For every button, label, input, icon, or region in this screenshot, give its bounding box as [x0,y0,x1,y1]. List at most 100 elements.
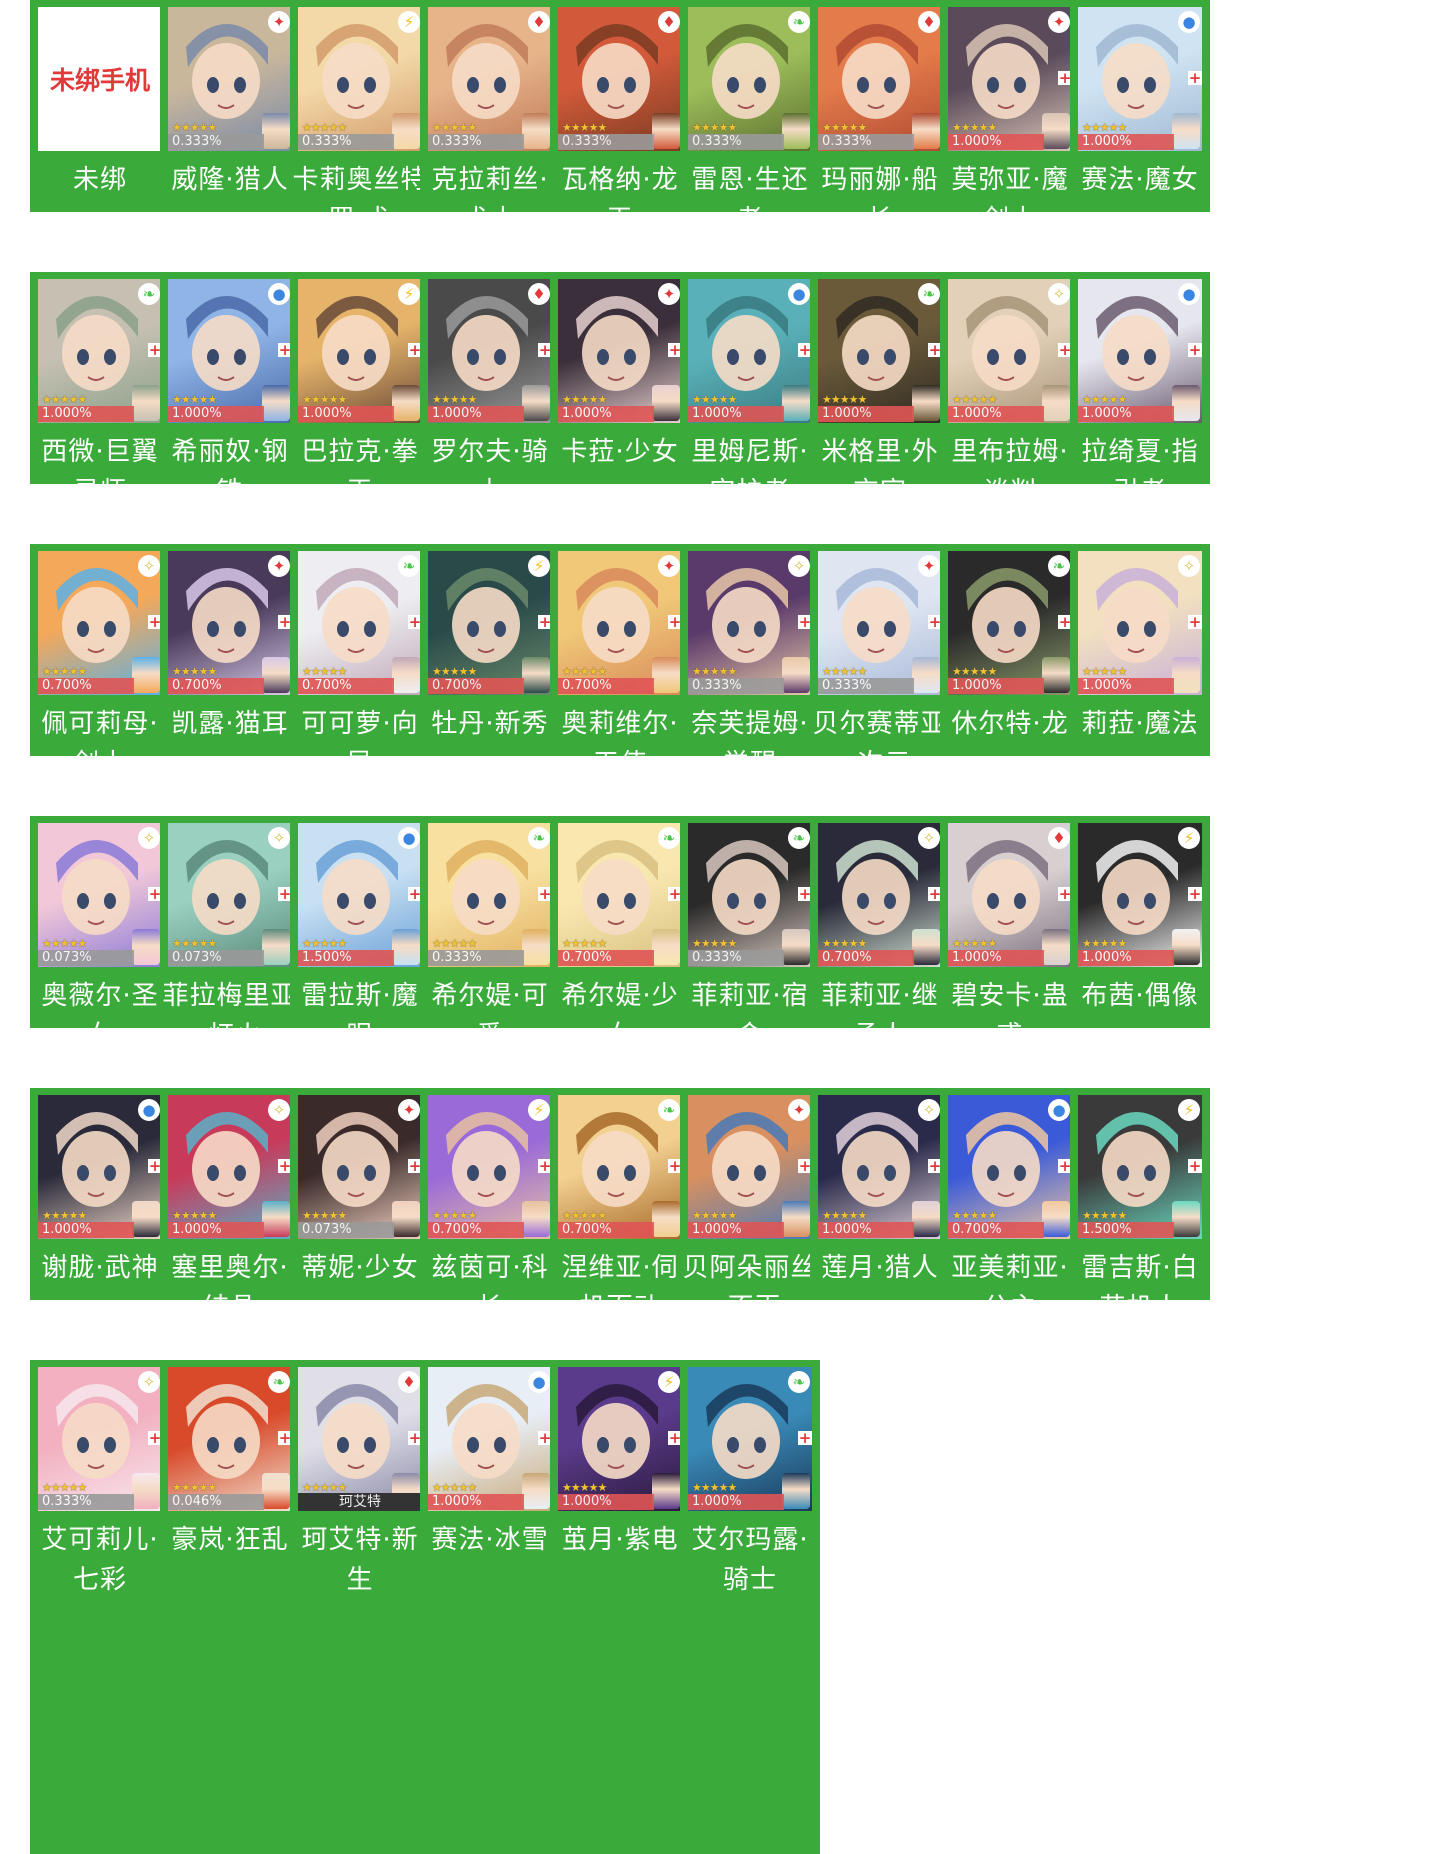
character-card[interactable]: ✧ + ★★★★★ 1.000% 塞里奥尔·结晶 [160,1088,300,1323]
wind-element-icon: ❧ [398,555,420,577]
character-card[interactable]: ⚡ + ★★★★★ 0.700% 牡丹·新秀 [420,544,560,756]
chibi-sprite-icon [912,1201,940,1237]
character-card[interactable]: ✧ + ★★★★★ 1.000% 莲月·猎人 [810,1088,950,1300]
character-card[interactable]: ❧ + ★★★★★ 1.000% 西微·巨翼灵师 [30,272,170,507]
character-card[interactable]: ✧ + ★★★★★ 0.073% 奥薇尔·圣女 [30,816,170,1051]
character-name: 雷拉斯·魔眼 [301,981,419,1051]
character-card[interactable]: ❧ + ★★★★★ 0.046% 豪岚·狂乱 [160,1360,300,1854]
character-card[interactable]: ✧ + ★★★★★ 0.333% 艾可莉儿·七彩 [30,1360,170,1854]
character-card[interactable]: ⚡ + ★★★★★ 1.000% 布茜·偶像 [1070,816,1210,1028]
character-card[interactable]: ✦ ★★★★★ 0.333% 威隆·猎人 [160,0,300,212]
character-card[interactable]: ✦ + ★★★★★ 1.000% 贝阿朵丽丝·不灭 [680,1088,820,1323]
character-name: 茧月·紫电 [561,1525,679,1555]
character-name: 牡丹·新秀 [431,709,549,739]
character-card[interactable]: ⚡ + ★★★★★ 0.700% 兹茵可·科长 [420,1088,560,1323]
character-name: 亚美莉亚·公主 [951,1253,1069,1323]
character-portrait: ● + ★★★★★ 1.000% [38,1095,162,1239]
name-bar: 珂艾特 [298,1493,422,1511]
character-card[interactable]: ❧ + ★★★★★ 0.333% 菲莉亚·宿命 [680,816,820,1051]
character-card[interactable]: ❧ + ★★★★★ 1.000% 艾尔玛露·骑士 [680,1360,820,1854]
drop-rate: 1.000% [948,678,1044,694]
character-card[interactable]: ✧ + ★★★★★ 0.700% 菲莉亚·继承人 [810,816,950,1051]
character-portrait: ❧ + ★★★★★ 0.333% [428,823,552,967]
drop-rate: 1.000% [428,406,524,422]
character-card[interactable]: ✦ + ★★★★★ 1.000% 莫弥亚·魔剑士 [940,0,1080,235]
dark-element-icon: ✦ [268,11,290,33]
character-card[interactable]: ❧ + ★★★★★ 0.700% 可可萝·向导 [290,544,430,779]
character-name: 卡莉奥丝特罗·术 [292,165,428,235]
character-name: 蒂妮·少女 [301,1253,419,1283]
character-card[interactable]: ✦ + ★★★★★ 1.000% 卡菈·少女 [550,272,690,484]
chibi-sprite-icon [1172,1201,1200,1237]
character-card[interactable]: ✧ + ★★★★★ 0.333% 奈芙提姆·觉醒 [680,544,820,779]
character-card[interactable]: ♦ ★★★★★ 0.333% 克拉莉丝·术士 [420,0,560,235]
character-card[interactable]: ❧ + ★★★★★ 0.700% 涅维亚·伺机而动 [550,1088,690,1323]
character-card[interactable]: ♦ ★★★★★ 0.333% 瓦格纳·龙王 [550,0,690,235]
character-card[interactable]: ● + ★★★★★ 1.000% 赛法·冰雪 [420,1360,560,1854]
star-rating-icon: ★★★★★ [1082,1209,1127,1222]
character-card[interactable]: ● + ★★★★★ 1.000% 谢胧·武神 [30,1088,170,1300]
character-portrait: ● + ★★★★★ 1.000% [428,1367,552,1511]
drop-rate: 0.333% [168,134,264,150]
character-card[interactable]: ✦ + ★★★★★ 0.700% 奥莉维尔·天使 [550,544,690,779]
star-rating-icon: ★★★★★ [302,937,347,950]
character-portrait: ⚡ + ★★★★★ 0.700% [428,551,552,695]
character-card[interactable]: ⚡ + ★★★★★ 1.000% 巴拉克·拳王 [290,272,430,507]
fire-element-icon: ♦ [1048,827,1070,849]
character-card[interactable]: ⚡ + ★★★★★ 1.500% 雷吉斯·白花机人 [1070,1088,1210,1323]
wind-element-icon: ❧ [658,827,680,849]
character-portrait: ❧ + ★★★★★ 0.700% [298,551,422,695]
character-card[interactable]: ❧ + ★★★★★ 1.000% 休尔特·龙 [940,544,1080,756]
character-card[interactable]: ❧ + ★★★★★ 1.000% 米格里·外交官 [810,272,950,507]
chibi-sprite-icon [262,657,290,693]
character-card[interactable]: ✧ + ★★★★★ 0.073% 菲拉梅里亚·灯火 [160,816,300,1051]
thunder-element-icon: ⚡ [1178,827,1200,849]
character-card[interactable]: ❧ ★★★★★ 0.333% 雷恩·生还者 [680,0,820,235]
chibi-sprite-icon [262,385,290,421]
unbound-card[interactable]: 未绑手机 未绑 [30,0,170,212]
thunder-element-icon: ⚡ [398,283,420,305]
star-rating-icon: ★★★★★ [42,937,87,950]
star-rating-icon: ★★★★★ [952,937,997,950]
character-card[interactable]: ✧ + ★★★★★ 0.700% 佩可莉母·剑士 [30,544,170,779]
character-card[interactable]: ♦ + ★★★★★ 珂艾特 珂艾特·新生 [290,1360,430,1854]
star-rating-icon: ★★★★★ [432,1209,477,1222]
drop-rate: 0.073% [38,950,134,966]
drop-rate: 1.000% [168,1222,264,1238]
drop-rate: 1.000% [428,1494,524,1510]
character-card[interactable]: ● + ★★★★★ 1.000% 里姆尼斯·守护者 [680,272,820,507]
character-card[interactable]: ✧ + ★★★★★ 1.000% 里布拉姆·谈判 [940,272,1080,507]
drop-rate: 0.700% [558,1222,654,1238]
character-card[interactable]: ✦ + ★★★★★ 0.333% 贝尔赛蒂亚·次元 [810,544,950,779]
character-card[interactable]: ⚡ ★★★★★ 0.333% 卡莉奥丝特罗·术 [290,0,430,235]
character-card[interactable]: ● + ★★★★★ 1.000% 希丽奴·钢铁 [160,272,300,507]
chibi-sprite-icon [392,929,420,965]
character-card[interactable]: ● + ★★★★★ 0.700% 亚美莉亚·公主 [940,1088,1080,1323]
character-card[interactable]: ● + ★★★★★ 1.500% 雷拉斯·魔眼 [290,816,430,1051]
star-rating-icon: ★★★★★ [432,1481,477,1494]
wind-element-icon: ❧ [268,1371,290,1393]
character-grid: 未绑手机 未绑 ✦ ★★★★★ 0.333% 威隆·猎人 ⚡ ★★★★★ 0.3… [0,0,1440,1854]
character-portrait: ♦ + ★★★★★ 1.000% [948,823,1072,967]
character-name: 希尔媞·可爱 [431,981,549,1051]
character-card[interactable]: ✦ + ★★★★★ 0.073% 蒂妮·少女 [290,1088,430,1300]
character-card[interactable]: ♦ + ★★★★★ 1.000% 碧安卡·蛊惑 [940,816,1080,1051]
drop-rate: 1.000% [1078,406,1174,422]
drop-rate: 0.333% [688,678,784,694]
character-card[interactable]: ⚡ + ★★★★★ 1.000% 茧月·紫电 [550,1360,690,1854]
character-card[interactable]: ❧ + ★★★★★ 0.333% 希尔媞·可爱 [420,816,560,1051]
character-portrait: ❧ + ★★★★★ 1.000% [948,551,1072,695]
chibi-sprite-icon [1042,385,1070,421]
character-card[interactable]: ● + ★★★★★ 1.000% 拉绮夏·指引者 [1070,272,1210,507]
chibi-sprite-icon [1172,113,1200,149]
character-card[interactable]: ♦ + ★★★★★ 1.000% 罗尔夫·骑士 [420,272,560,507]
character-card[interactable]: ● + ★★★★★ 1.000% 赛法·魔女 [1070,0,1210,212]
character-card[interactable]: ✦ + ★★★★★ 0.700% 凯露·猫耳 [160,544,300,756]
drop-rate: 1.000% [818,1222,914,1238]
thunder-element-icon: ⚡ [658,1371,680,1393]
character-card[interactable]: ♦ ★★★★★ 0.333% 玛丽娜·船长 [810,0,950,235]
character-card[interactable]: ❧ + ★★★★★ 0.700% 希尔媞·少女 [550,816,690,1051]
drop-rate: 1.000% [1078,950,1174,966]
character-card[interactable]: ✧ + ★★★★★ 1.000% 莉菈·魔法 [1070,544,1210,756]
star-rating-icon: ★★★★★ [562,393,607,406]
